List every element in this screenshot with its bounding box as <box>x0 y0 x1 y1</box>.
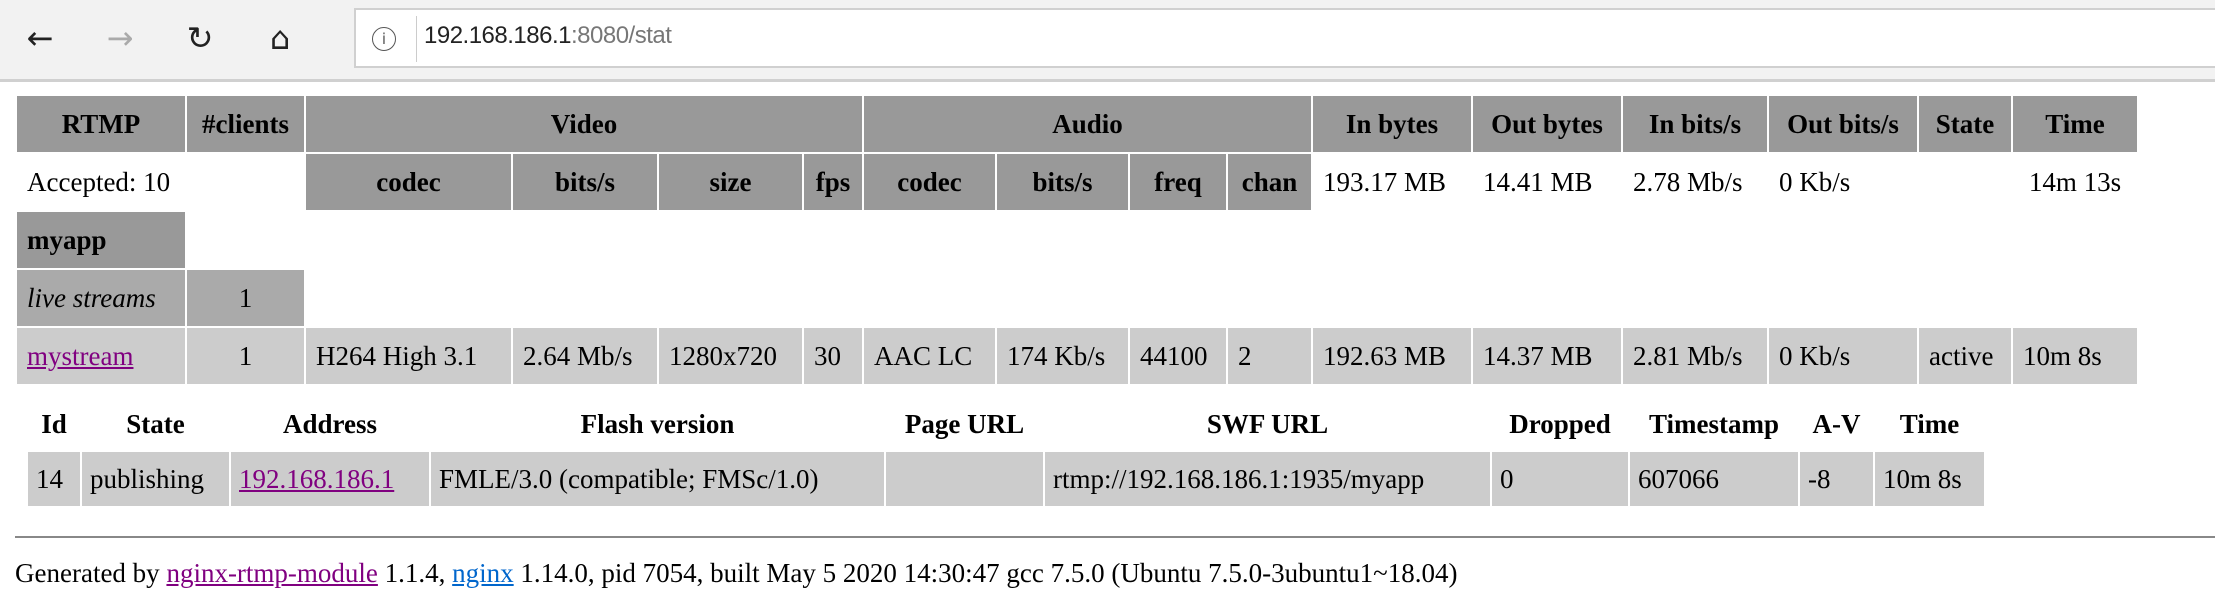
subheader-audio-codec: codec <box>864 154 995 210</box>
client-address-link[interactable]: 192.168.186.1 <box>239 464 394 494</box>
header-dropped: Dropped <box>1509 408 1611 439</box>
browser-toolbar: ← → ↻ ⌂ i 192.168.186.1:8080/stat <box>0 0 2215 82</box>
stream-audio-codec: AAC LC <box>864 328 995 384</box>
client-time: 10m 8s <box>1875 452 1984 506</box>
url-host: 192.168.186.1 <box>424 22 571 49</box>
stats-table: RTMP #clients Video Audio In bytes Out b… <box>15 94 2139 386</box>
server-in-bytes: 193.17 MB <box>1323 166 1447 197</box>
client-row: 14 publishing 192.168.186.1 FMLE/3.0 (co… <box>28 452 1984 506</box>
footer-suffix: 1.14.0, pid 7054, built May 5 2020 14:30… <box>513 558 1458 588</box>
header-time: Time <box>1899 408 1960 439</box>
server-time: 14m 13s <box>2028 166 2122 197</box>
server-row: Accepted: 10 codec bits/s size fps codec… <box>17 154 2137 210</box>
subheader-video-codec: codec <box>306 154 511 210</box>
server-state <box>1919 154 2011 210</box>
stream-link[interactable]: mystream <box>27 341 133 371</box>
stream-in-bits: 2.81 Mb/s <box>1623 328 1767 384</box>
header-video: Video <box>306 96 862 152</box>
subheader-video-bits: bits/s <box>513 154 657 210</box>
back-arrow-icon[interactable]: ← <box>20 18 60 58</box>
header-flash-version: Flash version <box>580 408 735 439</box>
stream-audio-chan: 2 <box>1228 328 1311 384</box>
stream-state: active <box>1919 328 2011 384</box>
accepted-count: Accepted: 10 <box>27 166 171 197</box>
header-address: Address <box>282 408 378 439</box>
divider <box>15 536 2215 538</box>
stream-video-bits: 2.64 Mb/s <box>513 328 657 384</box>
clients-header-row: Id State Address Flash version Page URL … <box>28 398 1984 450</box>
header-page-url: Page URL <box>904 408 1025 439</box>
header-time: Time <box>2013 96 2137 152</box>
header-av: A-V <box>1812 408 1861 439</box>
app-name: myapp <box>17 212 185 268</box>
stream-video-fps: 30 <box>804 328 862 384</box>
header-id: Id <box>41 408 67 439</box>
header-swf-url: SWF URL <box>1206 408 1329 439</box>
client-flash-version: FMLE/3.0 (compatible; FMSc/1.0) <box>431 452 884 506</box>
client-id: 14 <box>28 452 80 506</box>
info-icon[interactable]: i <box>372 27 396 51</box>
header-in-bytes: In bytes <box>1313 96 1471 152</box>
nginx-link[interactable]: nginx <box>452 558 514 588</box>
subheader-audio-freq: freq <box>1130 154 1226 210</box>
live-streams-label: live streams <box>17 270 185 326</box>
header-clients: #clients <box>187 96 304 152</box>
header-in-bits: In bits/s <box>1623 96 1767 152</box>
footer-prefix: Generated by <box>15 558 167 588</box>
stream-time: 10m 8s <box>2013 328 2137 384</box>
stream-audio-freq: 44100 <box>1130 328 1226 384</box>
refresh-icon[interactable]: ↻ <box>180 18 220 58</box>
header-row: RTMP #clients Video Audio In bytes Out b… <box>17 96 2137 152</box>
server-in-bits: 2.78 Mb/s <box>1633 166 1743 197</box>
header-rtmp: RTMP <box>17 96 185 152</box>
stream-clients: 1 <box>187 328 304 384</box>
nginx-rtmp-module-link[interactable]: nginx-rtmp-module <box>166 558 377 588</box>
client-swf-url: rtmp://192.168.186.1:1935/myapp <box>1045 452 1490 506</box>
stream-video-size: 1280x720 <box>659 328 802 384</box>
header-out-bits: Out bits/s <box>1769 96 1917 152</box>
client-dropped: 0 <box>1492 452 1628 506</box>
client-state: publishing <box>82 452 229 506</box>
footer: Generated by nginx-rtmp-module 1.1.4, ng… <box>15 558 1457 589</box>
header-state: State <box>126 408 185 439</box>
live-streams-count: 1 <box>187 270 304 326</box>
home-icon[interactable]: ⌂ <box>260 18 300 58</box>
header-state: State <box>1919 96 2011 152</box>
stream-out-bits: 0 Kb/s <box>1769 328 1917 384</box>
header-out-bytes: Out bytes <box>1473 96 1621 152</box>
live-streams-row: live streams 1 <box>17 270 2137 326</box>
server-out-bytes: 14.41 MB <box>1483 166 1593 197</box>
footer-mid: 1.1.4, <box>377 558 453 588</box>
address-bar[interactable]: i 192.168.186.1:8080/stat <box>354 8 2215 68</box>
server-out-bits: 0 Kb/s <box>1779 166 1851 197</box>
header-audio: Audio <box>864 96 1311 152</box>
forward-arrow-icon[interactable]: → <box>100 18 140 58</box>
stream-out-bytes: 14.37 MB <box>1473 328 1621 384</box>
subheader-audio-chan: chan <box>1228 154 1311 210</box>
subheader-audio-bits: bits/s <box>997 154 1128 210</box>
header-timestamp: Timestamp <box>1648 408 1779 439</box>
divider <box>416 16 417 62</box>
subheader-video-size: size <box>659 154 802 210</box>
stream-audio-bits: 174 Kb/s <box>997 328 1128 384</box>
stream-video-codec: H264 High 3.1 <box>306 328 511 384</box>
client-page-url <box>886 452 1043 506</box>
app-row: myapp <box>17 212 2137 268</box>
url-text[interactable]: 192.168.186.1:8080/stat <box>424 22 672 50</box>
stream-in-bytes: 192.63 MB <box>1313 328 1471 384</box>
clients-table: Id State Address Flash version Page URL … <box>26 396 1986 508</box>
client-timestamp: 607066 <box>1630 452 1798 506</box>
client-av: -8 <box>1800 452 1873 506</box>
stream-row: mystream 1 H264 High 3.1 2.64 Mb/s 1280x… <box>17 328 2137 384</box>
subheader-video-fps: fps <box>804 154 862 210</box>
url-path: :8080/stat <box>570 22 672 49</box>
